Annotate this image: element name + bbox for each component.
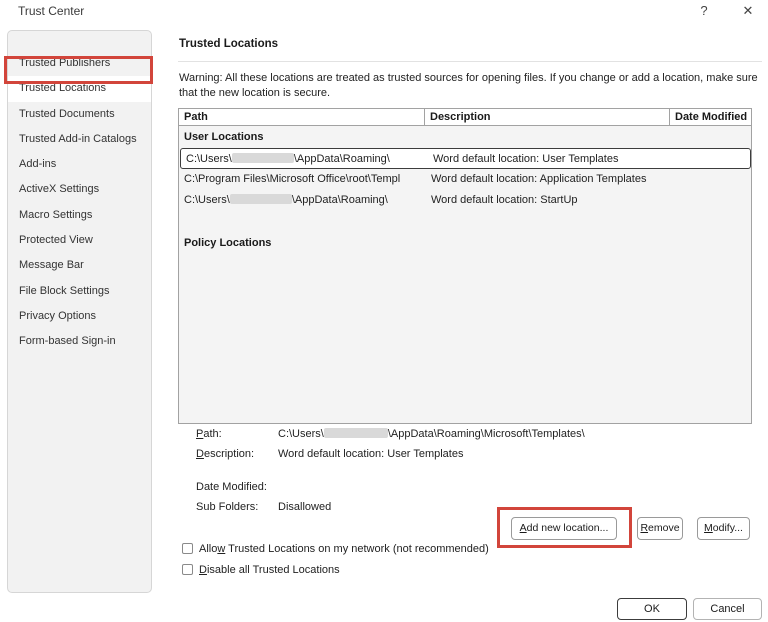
allow-network-locations-label: Allow Trusted Locations on my network (n…: [199, 543, 489, 555]
allow-network-locations-checkbox[interactable]: [182, 543, 193, 554]
disable-all-locations-label: Disable all Trusted Locations: [199, 564, 340, 576]
add-new-location-button[interactable]: Add new location...: [511, 517, 617, 540]
redacted-username: [231, 153, 294, 163]
sidebar-item-trusted-addin-catalogs[interactable]: Trusted Add-in Catalogs: [8, 127, 151, 152]
column-header-description[interactable]: Description: [425, 109, 670, 125]
remove-button[interactable]: Remove: [637, 517, 683, 540]
sidebar-item-trusted-locations[interactable]: Trusted Locations: [8, 76, 151, 102]
sidebar-item-trusted-publishers[interactable]: Trusted Publishers: [8, 51, 151, 76]
trust-center-dialog: Trust Center ? ✕ Trusted Publishers Trus…: [0, 0, 768, 622]
help-icon[interactable]: ?: [694, 3, 714, 23]
trusted-locations-table: Path Description Date Modified User Loca…: [178, 108, 752, 424]
group-header-policy-locations: Policy Locations: [184, 237, 272, 249]
cell-path: C:\Users\ \AppData\Roaming\: [186, 153, 390, 165]
sidebar-item-message-bar[interactable]: Message Bar: [8, 253, 151, 278]
heading-divider: [178, 61, 762, 62]
warning-text: Warning: All these locations are treated…: [179, 72, 758, 99]
cell-description: Word default location: StartUp: [431, 194, 578, 206]
cell-description: Word default location: Application Templ…: [431, 173, 647, 185]
cell-date-modified: [670, 190, 751, 211]
column-header-path[interactable]: Path: [179, 109, 425, 125]
redacted-username: [323, 428, 388, 438]
cell-date-modified: [670, 169, 751, 190]
sidebar-item-privacy-options[interactable]: Privacy Options: [8, 304, 151, 329]
sidebar-item-add-ins[interactable]: Add-ins: [8, 152, 151, 177]
modify-button[interactable]: Modify...: [697, 517, 750, 540]
cell-path: C:\Program Files\Microsoft Office\root\T…: [184, 173, 401, 185]
dialog-title: Trust Center: [18, 4, 85, 18]
sidebar-nav: Trusted Publishers Trusted Locations Tru…: [7, 30, 152, 593]
close-icon[interactable]: ✕: [738, 3, 758, 23]
ok-button[interactable]: OK: [617, 598, 687, 620]
sidebar-item-file-block-settings[interactable]: File Block Settings: [8, 279, 151, 304]
redacted-username: [229, 194, 292, 204]
disable-all-locations-checkbox[interactable]: [182, 564, 193, 575]
sidebar-item-macro-settings[interactable]: Macro Settings: [8, 203, 151, 228]
cancel-button[interactable]: Cancel: [693, 598, 762, 620]
sidebar-item-protected-view[interactable]: Protected View: [8, 228, 151, 253]
column-header-date-modified[interactable]: Date Modified: [670, 109, 751, 125]
disable-all-locations-option: Disable all Trusted Locations: [182, 564, 340, 576]
table-row-user-templates[interactable]: C:\Users\ \AppData\Roaming\ Word default …: [180, 148, 751, 169]
sidebar-item-trusted-documents[interactable]: Trusted Documents: [8, 102, 151, 127]
table-header: Path Description Date Modified: [179, 109, 751, 126]
page-title: Trusted Locations: [179, 38, 279, 50]
table-row-application-templates[interactable]: C:\Program Files\Microsoft Office\root\T…: [179, 169, 751, 190]
table-row-startup[interactable]: C:\Users\ \AppData\Roaming\ Word default …: [179, 190, 751, 211]
allow-network-locations-option: Allow Trusted Locations on my network (n…: [182, 543, 489, 555]
cell-path: C:\Users\ \AppData\Roaming\: [184, 194, 388, 206]
group-header-user-locations: User Locations: [184, 131, 264, 143]
cell-date-modified: [672, 149, 750, 168]
sidebar-item-activex-settings[interactable]: ActiveX Settings: [8, 177, 151, 202]
cell-description: Word default location: User Templates: [433, 153, 619, 165]
sidebar-item-form-based-sign-in[interactable]: Form-based Sign-in: [8, 329, 151, 354]
